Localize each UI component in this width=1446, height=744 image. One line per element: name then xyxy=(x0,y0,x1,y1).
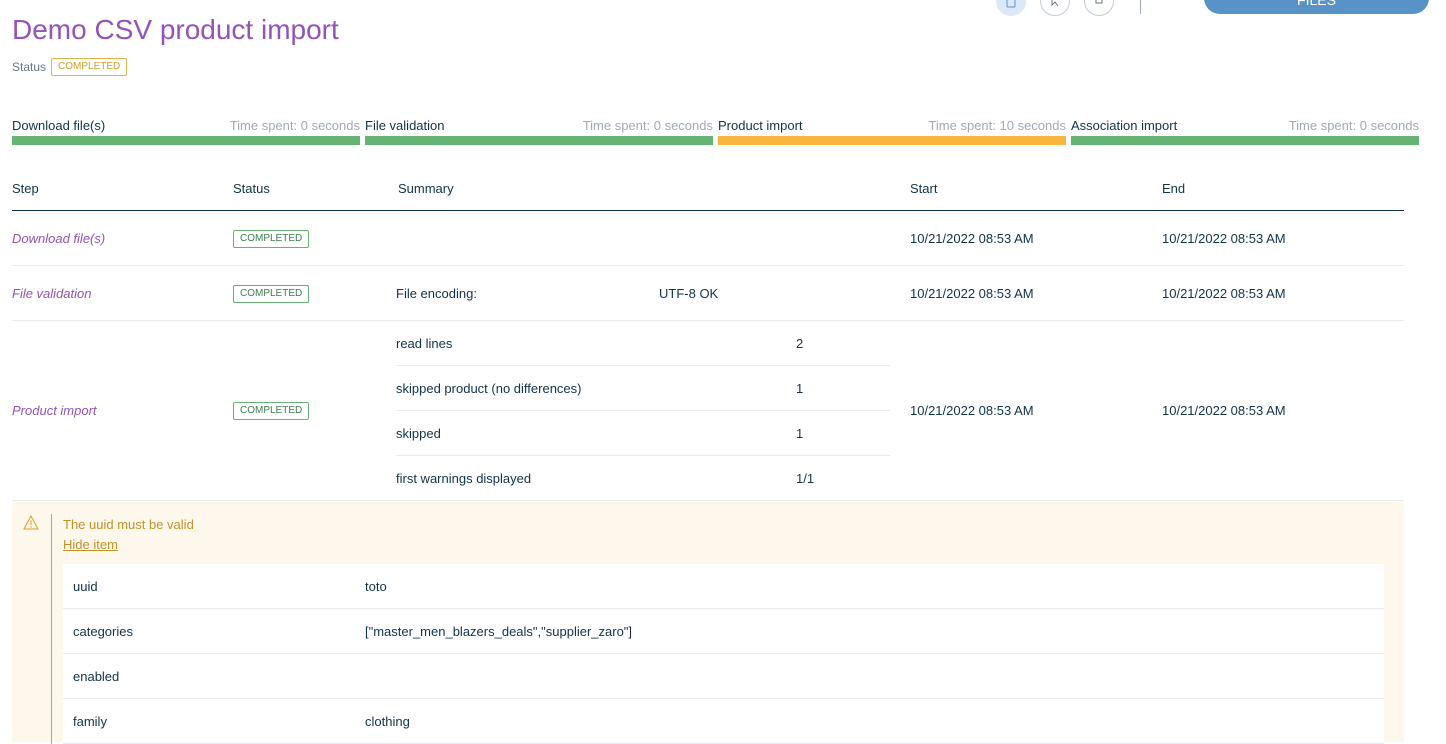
step-time: Time spent: 0 seconds xyxy=(229,118,360,133)
table-row: family clothing xyxy=(63,698,1384,744)
attribute-name: enabled xyxy=(63,653,355,699)
end-time: 10/21/2022 08:53 AM xyxy=(1162,320,1404,501)
summary-row: first warnings displayed 1/1 xyxy=(396,456,890,501)
summary-value: 1 xyxy=(796,410,890,456)
summary-label: skipped xyxy=(396,410,796,456)
column-header-step: Step xyxy=(12,166,233,211)
step-link[interactable]: Product import xyxy=(12,320,233,501)
column-header-status: Status xyxy=(233,166,398,211)
header-actions xyxy=(996,0,1114,16)
summary-row: skipped 1 xyxy=(396,410,890,456)
step-progress-bar xyxy=(718,136,1066,145)
start-time: 10/21/2022 08:53 AM xyxy=(910,320,1162,501)
bell-icon[interactable] xyxy=(1084,0,1114,16)
step-time: Time spent: 0 seconds xyxy=(1288,118,1419,133)
step-progress-bar xyxy=(1071,136,1419,145)
warning-item-table: uuid toto categories ["master_men_blazer… xyxy=(63,564,1384,744)
table-row: uuid toto xyxy=(63,564,1384,609)
step-time: Time spent: 10 seconds xyxy=(928,118,1066,133)
step-progress-bar xyxy=(365,136,713,145)
import-report-table: Step Status Summary Start End Download f… xyxy=(12,166,1404,501)
step-progress: Download file(s) Time spent: 0 seconds F… xyxy=(12,118,1419,145)
table-row: categories ["master_men_blazers_deals","… xyxy=(63,608,1384,654)
attribute-name: family xyxy=(63,698,355,744)
step-file-validation: File validation Time spent: 0 seconds xyxy=(365,118,713,145)
header-divider xyxy=(1140,0,1141,14)
cursor-icon[interactable] xyxy=(1040,0,1070,16)
summary-value: 1 xyxy=(796,365,890,411)
summary-row: skipped product (no differences) 1 xyxy=(396,365,890,411)
attribute-value: clothing xyxy=(355,698,1384,744)
step-name: Product import xyxy=(718,118,803,133)
step-name: Association import xyxy=(1071,118,1178,133)
summary-table: read lines 2 skipped product (no differe… xyxy=(396,321,890,500)
summary-cell xyxy=(398,210,910,266)
warning-rule xyxy=(51,514,52,744)
step-name: Download file(s) xyxy=(12,118,106,133)
end-time: 10/21/2022 08:53 AM xyxy=(1162,265,1404,321)
attribute-value xyxy=(355,653,1384,699)
step-name: File validation xyxy=(365,118,445,133)
table-row: Product import COMPLETED read lines 2 sk… xyxy=(12,320,1404,501)
step-association-import: Association import Time spent: 0 seconds xyxy=(1071,118,1419,145)
summary-label: File encoding: xyxy=(396,285,477,301)
page-status: Status COMPLETED xyxy=(12,58,128,76)
summary-table: File encoding: UTF-8 OK xyxy=(396,271,890,315)
summary-cell: read lines 2 skipped product (no differe… xyxy=(396,320,910,501)
step-download-files: Download file(s) Time spent: 0 seconds xyxy=(12,118,360,145)
status-badge: COMPLETED xyxy=(233,284,310,303)
warning-icon xyxy=(23,514,39,535)
step-time: Time spent: 0 seconds xyxy=(582,118,713,133)
attribute-value: toto xyxy=(355,564,1384,609)
step-product-import: Product import Time spent: 10 seconds xyxy=(718,118,1066,145)
summary-row: read lines 2 xyxy=(396,321,890,366)
step-link[interactable]: File validation xyxy=(12,265,233,321)
status-label: Status xyxy=(12,60,47,74)
page-title: Demo CSV product import xyxy=(12,14,339,45)
column-header-start: Start xyxy=(910,166,1162,211)
status-badge: COMPLETED xyxy=(233,229,310,248)
start-time: 10/21/2022 08:53 AM xyxy=(910,265,1162,321)
summary-value: UTF-8 OK xyxy=(659,285,719,301)
summary-cell: File encoding: UTF-8 OK xyxy=(396,265,910,321)
attribute-name: uuid xyxy=(63,564,355,609)
download-generated-files-button[interactable]: Download generated files xyxy=(1204,0,1429,14)
warning-message: The uuid must be valid xyxy=(63,517,194,532)
table-row: Download file(s) COMPLETED 10/21/2022 08… xyxy=(12,210,1404,266)
status-badge: COMPLETED xyxy=(233,402,310,420)
status-badge: COMPLETED xyxy=(51,58,128,76)
step-progress-bar xyxy=(12,136,360,145)
summary-label: first warnings displayed xyxy=(396,470,532,486)
mobile-icon[interactable] xyxy=(996,0,1026,16)
column-header-summary: Summary xyxy=(398,166,910,211)
summary-label: skipped product (no differences) xyxy=(396,365,796,411)
table-row: enabled xyxy=(63,653,1384,699)
attribute-name: categories xyxy=(63,608,355,654)
column-header-end: End xyxy=(1162,166,1404,211)
start-time: 10/21/2022 08:53 AM xyxy=(910,210,1162,266)
table-header-row: Step Status Summary Start End xyxy=(12,166,1404,211)
attribute-value: ["master_men_blazers_deals","supplier_za… xyxy=(355,608,1384,654)
summary-row: File encoding: UTF-8 OK xyxy=(396,271,890,315)
table-row: File validation COMPLETED File encoding:… xyxy=(12,265,1404,321)
warning-panel: The uuid must be valid Hide item uuid to… xyxy=(12,502,1404,744)
summary-label: read lines xyxy=(396,321,796,366)
step-link[interactable]: Download file(s) xyxy=(12,210,233,266)
summary-value: 2 xyxy=(796,321,890,366)
hide-item-link[interactable]: Hide item xyxy=(63,537,118,552)
summary-value: 1/1 xyxy=(796,470,815,486)
end-time: 10/21/2022 08:53 AM xyxy=(1162,210,1404,266)
